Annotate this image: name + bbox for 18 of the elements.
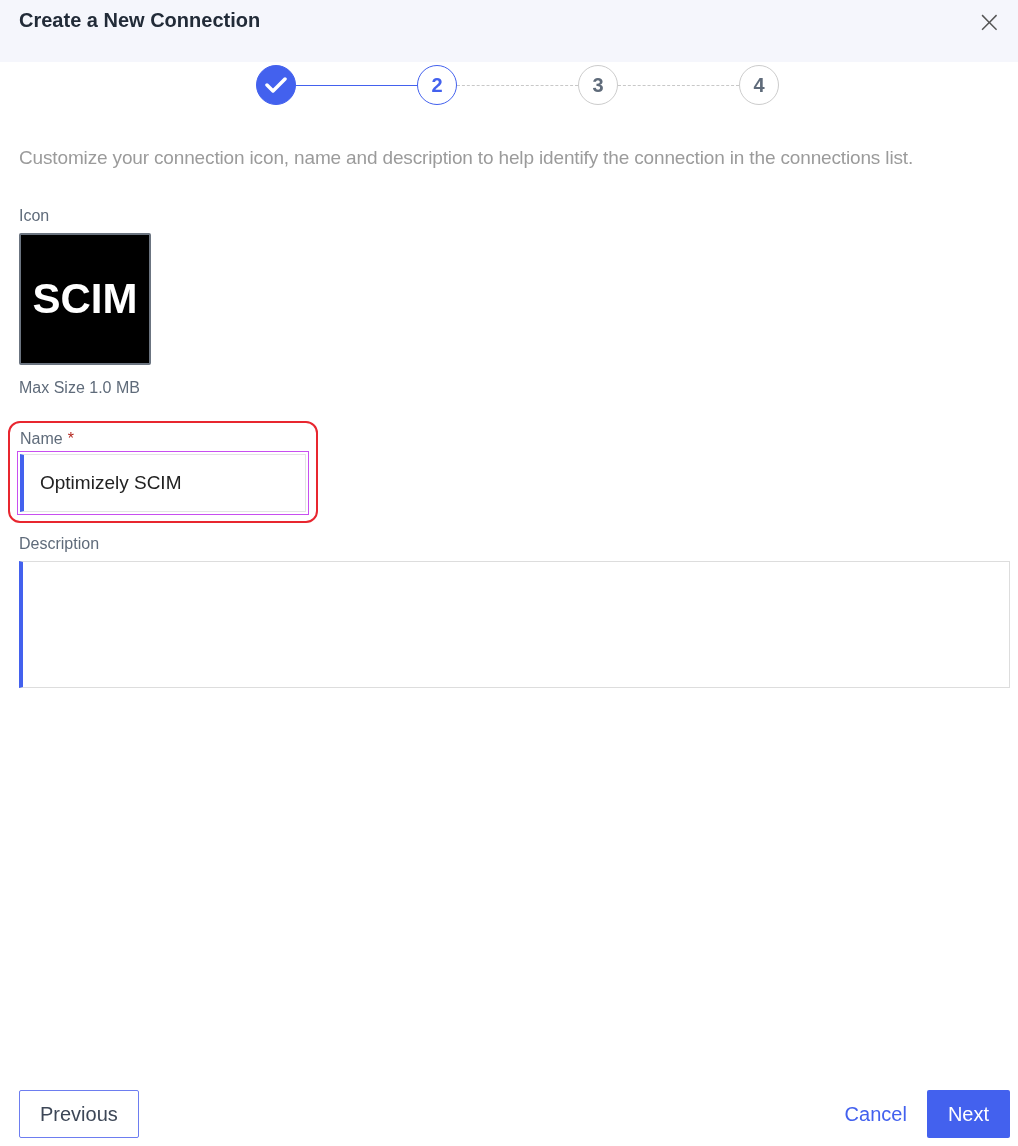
check-icon (265, 76, 287, 94)
cancel-link[interactable]: Cancel (844, 1090, 907, 1138)
description-label: Description (19, 535, 101, 553)
description-field[interactable] (19, 561, 1010, 688)
required-mark: * (67, 430, 74, 448)
footer-button[interactable]: Next (926, 1090, 1010, 1138)
logo-image[interactable]: SCIM (19, 233, 151, 365)
icon-label: Icon (19, 207, 51, 225)
intro-text: Customize your connection icon, name and description to help identify the connection in the connections list. (19, 147, 915, 169)
name-field[interactable]: Optimizely SCIM (20, 454, 306, 512)
footer-button[interactable]: Previous (19, 1090, 139, 1138)
step-indicator: 2 (417, 65, 457, 105)
close-button[interactable]: × (970, 9, 1008, 35)
dialog-title: Create a New Connection (19, 9, 261, 32)
step-indicator: 3 (578, 65, 618, 105)
step-indicator: 4 (739, 65, 779, 105)
name-label: Name (20, 430, 63, 448)
size-hint: Max Size 1.0 MB (19, 379, 141, 397)
